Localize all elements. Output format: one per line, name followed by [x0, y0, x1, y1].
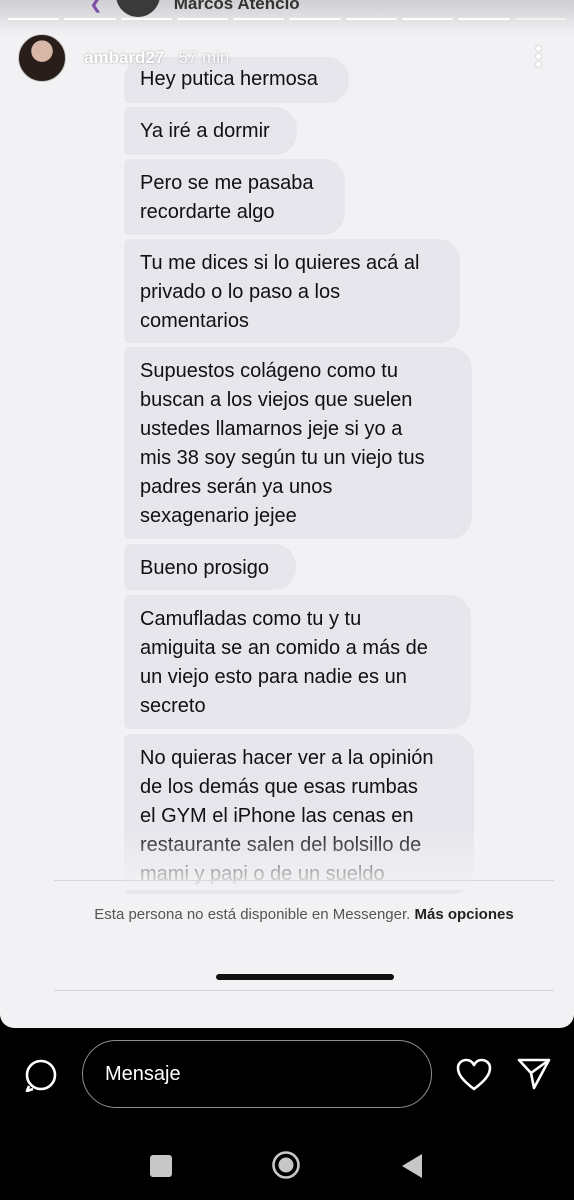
- notice-text: Esta persona no está disponible en Messe…: [94, 906, 411, 923]
- progress-segment-current: [514, 18, 566, 20]
- more-options-link[interactable]: Más opciones: [415, 906, 514, 923]
- heart-icon[interactable]: [456, 1058, 492, 1092]
- camera-icon[interactable]: [24, 1058, 58, 1093]
- progress-segment: [233, 18, 285, 20]
- avatar[interactable]: [18, 34, 66, 82]
- messenger-notice: Esta persona no está disponible en Messe…: [54, 904, 554, 926]
- story-username[interactable]: ambard27: [84, 48, 164, 68]
- home-indicator: [216, 974, 394, 980]
- message-bubble: Supuestos colágeno como tu buscan a los …: [124, 347, 472, 539]
- story-header[interactable]: ambard27 57 min: [18, 34, 229, 82]
- message-bubble: Pero se me pasaba recordarte algo: [124, 159, 345, 235]
- message-bubble: Ya iré a dormir: [124, 107, 297, 155]
- message-bubble: Tu me dices si lo quieres acá al privado…: [124, 239, 460, 343]
- bottom-fade: [0, 830, 574, 890]
- story-card[interactable]: ❮ Marcos Atencio Hey putica hermosa Ya i…: [0, 0, 574, 1028]
- home-button[interactable]: [271, 1150, 301, 1180]
- progress-segment: [402, 18, 454, 20]
- progress-segment: [64, 18, 116, 20]
- message-input[interactable]: Mensaje: [82, 1040, 432, 1108]
- progress-segment: [345, 18, 398, 20]
- progress-segment: [458, 18, 510, 20]
- message-list: Hey putica hermosa Ya iré a dormir Pero …: [0, 0, 574, 900]
- back-button[interactable]: [400, 1153, 424, 1179]
- story-time: 57 min: [178, 48, 230, 67]
- send-icon[interactable]: [516, 1056, 552, 1092]
- story-progress-bar: [8, 18, 566, 21]
- divider: [54, 990, 554, 991]
- message-bubble: Bueno prosigo: [124, 544, 296, 590]
- progress-segment: [289, 18, 341, 20]
- divider: [54, 880, 554, 881]
- progress-segment: [176, 18, 229, 20]
- more-options-icon[interactable]: [528, 44, 548, 70]
- progress-segment: [120, 18, 172, 20]
- progress-segment: [8, 18, 60, 20]
- recents-button[interactable]: [150, 1155, 172, 1177]
- message-bubble: Camufladas como tu y tu amiguita se an c…: [124, 595, 471, 729]
